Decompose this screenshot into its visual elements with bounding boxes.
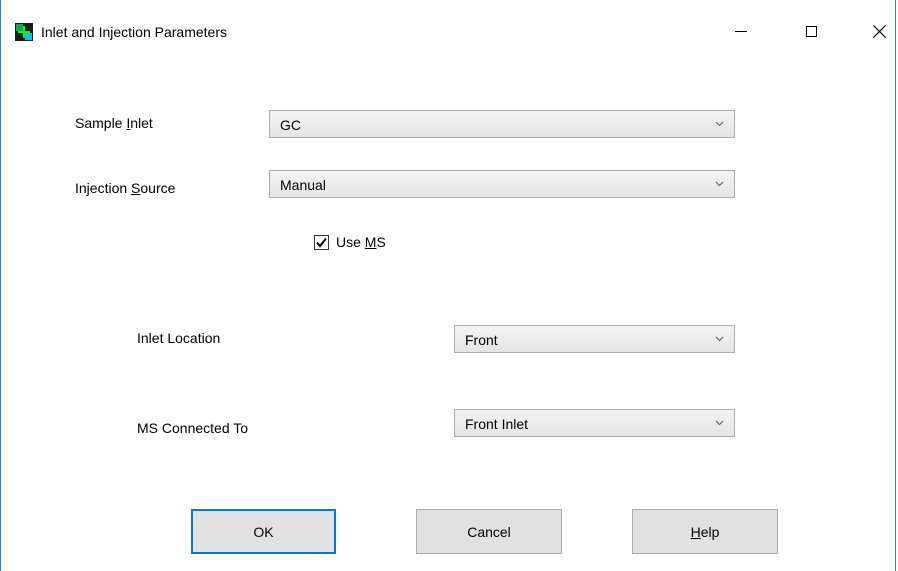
inlet-location-label: Inlet Location xyxy=(137,330,221,346)
sample-inlet-value: GC xyxy=(280,117,301,133)
app-icon xyxy=(15,23,33,41)
maximize-icon xyxy=(805,25,817,37)
dialog-window: Inlet and Injection Parameters Sample In… xyxy=(0,0,896,571)
use-ms-label: Use MS xyxy=(336,234,386,250)
use-ms-checkbox[interactable]: Use MS xyxy=(314,232,386,252)
injection-source-label: Injection Source xyxy=(75,180,176,196)
chevron-down-icon xyxy=(715,420,724,426)
ms-connected-to-select[interactable]: Front Inlet xyxy=(454,409,735,437)
ok-button-label: OK xyxy=(253,523,274,540)
injection-source-value: Manual xyxy=(280,177,326,193)
help-button-label: Help xyxy=(690,523,720,540)
chevron-down-icon xyxy=(715,181,724,187)
chevron-down-icon xyxy=(715,336,724,342)
close-icon xyxy=(872,24,886,38)
injection-source-select[interactable]: Manual xyxy=(269,170,735,198)
minimize-button[interactable] xyxy=(718,14,764,48)
ms-connected-to-label: MS Connected To xyxy=(137,420,249,436)
cancel-button[interactable]: Cancel xyxy=(416,509,562,554)
cancel-button-label: Cancel xyxy=(467,523,511,540)
help-button[interactable]: Help xyxy=(632,509,778,554)
ok-button[interactable]: OK xyxy=(191,509,336,554)
sample-inlet-select[interactable]: GC xyxy=(269,110,735,138)
maximize-button[interactable] xyxy=(788,14,834,48)
close-button[interactable] xyxy=(856,14,898,48)
checkbox-box[interactable] xyxy=(314,234,329,250)
ms-connected-to-value: Front Inlet xyxy=(465,416,529,432)
window-title: Inlet and Injection Parameters xyxy=(41,24,227,40)
sample-inlet-label: Sample Inlet xyxy=(75,115,153,131)
inlet-location-select[interactable]: Front xyxy=(454,325,735,353)
checkmark-icon xyxy=(316,237,327,248)
minimize-icon xyxy=(735,30,747,32)
title-bar[interactable]: Inlet and Injection Parameters xyxy=(1,0,895,62)
inlet-location-value: Front xyxy=(465,332,498,348)
chevron-down-icon xyxy=(715,121,724,127)
